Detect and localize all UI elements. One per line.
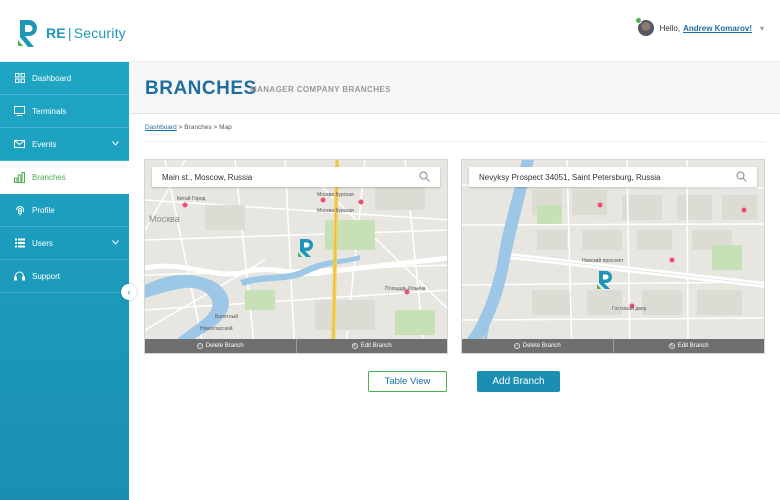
page-subtitle: MANAGER COMPANY BRANCHES [250,85,391,94]
online-status-icon [634,17,642,24]
monitor-icon [14,106,25,117]
logo[interactable]: RE | Security [16,18,126,48]
edit-circle-icon: ✎ [351,343,358,349]
search-icon[interactable] [736,171,747,184]
logo-text: RE | Security [46,25,126,41]
page-header: BRANCHES MANAGER COMPANY BRANCHES [129,62,780,114]
sidebar-item-support[interactable]: Support [0,260,129,293]
address-text: Nevyksy Prospect 34051, Saint Petersburg… [479,172,661,182]
card-actions: − Delete Branch ✎ Edit Branch [462,339,764,353]
sidebar-item-label: Branches [32,172,66,182]
sidebar-item-label: Events [32,139,57,149]
branch-marker-icon[interactable] [596,270,614,290]
page-title: BRANCHES [145,78,257,99]
user-name-link[interactable]: Andrew Komarov! [683,24,752,33]
chevron-down-icon[interactable]: ▾ [760,24,764,33]
map-label: Гостиный двор [612,305,647,312]
minus-circle-icon: − [513,343,520,349]
chevron-down-icon[interactable] [112,139,119,148]
address-search-field[interactable]: Main st., Moscow, Russia [152,167,440,187]
headset-icon [14,271,25,282]
bar-chart-icon [14,171,25,183]
sidebar-item-label: Profile [32,205,55,215]
sidebar-item-users[interactable]: Users [0,227,129,260]
sidebar-item-branches[interactable]: Branches [0,161,129,194]
sidebar-item-label: Users [32,238,53,248]
sidebar: Dashboard Terminals Events Branches Prof… [0,62,129,500]
breadcrumb-rest: > Branches > Map [176,124,232,131]
dashboard-grid-icon [14,73,25,84]
minus-circle-icon: − [196,343,203,349]
sidebar-item-profile[interactable]: Profile [0,194,129,227]
sidebar-collapse-button[interactable]: ‹ [121,284,137,300]
user-menu[interactable]: Hello, Andrew Komarov! ▾ [634,17,764,36]
breadcrumb-dashboard-link[interactable]: Dashboard [145,124,177,131]
edit-circle-icon: ✎ [668,343,675,349]
map-label: Площадь Ильича [385,286,426,292]
top-header: RE | Security Hello, Andrew Komarov! ▾ [0,0,780,62]
divider [145,141,765,142]
breadcrumb: Dashboard > Branches > Map [145,124,232,131]
users-list-icon [14,238,25,249]
map-label: Москва Курская [317,208,354,214]
sidebar-item-label: Terminals [32,106,67,116]
greeting-text: Hello, [659,23,681,33]
branch-card-spb: Невский проспект Гостиный двор Nevyksy P… [461,159,765,354]
envelope-icon [14,139,25,150]
map-label: Невский проспект [582,257,624,264]
card-actions: − Delete Branch ✎ Edit Branch [145,339,447,353]
map-label: Москва Курская [317,192,354,198]
sidebar-item-label: Support [32,271,61,281]
address-search-field[interactable]: Nevyksy Prospect 34051, Saint Petersburg… [469,167,757,187]
table-view-button[interactable]: Table View [368,371,447,392]
map-label: Китай Город [177,195,206,202]
delete-branch-button[interactable]: − Delete Branch [145,339,297,353]
address-text: Main st., Moscow, Russia [162,172,253,182]
search-icon[interactable] [419,171,430,184]
map-label: Москва [149,214,180,224]
fingerprint-icon [14,205,25,216]
map-label: Болотный [215,313,238,320]
delete-branch-button[interactable]: − Delete Branch [462,339,614,353]
edit-branch-button[interactable]: ✎ Edit Branch [614,339,765,353]
add-branch-button[interactable]: Add Branch [477,371,560,392]
logo-mark-icon [16,18,40,48]
sidebar-item-terminals[interactable]: Terminals [0,95,129,128]
edit-branch-button[interactable]: ✎ Edit Branch [297,339,448,353]
chevron-down-icon[interactable] [112,238,119,247]
sidebar-item-events[interactable]: Events [0,128,129,161]
branch-card-moscow: Китай Город Москва Курская Москва Курска… [144,159,448,354]
branch-marker-icon[interactable] [297,238,315,258]
map-spb[interactable]: Невский проспект Гостиный двор [462,160,765,354]
map-label: Новоспасский [200,325,233,332]
sidebar-item-dashboard[interactable]: Dashboard [0,62,129,95]
avatar[interactable] [634,17,654,36]
sidebar-item-label: Dashboard [32,73,72,83]
